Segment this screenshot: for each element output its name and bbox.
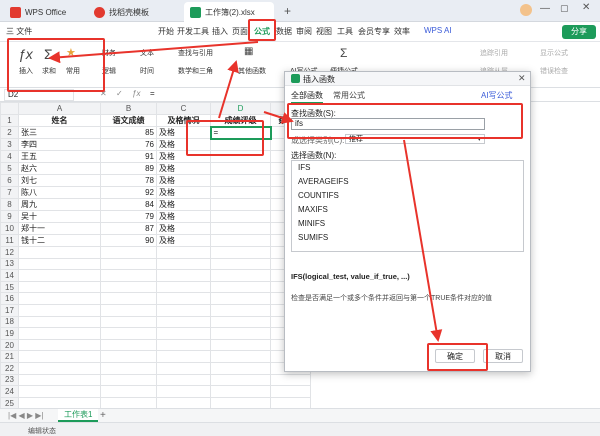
arrow-to-ok	[403, 139, 443, 342]
annotation-arrows	[48, 41, 443, 342]
arrow-formula-to-insert	[48, 41, 259, 64]
arrow-cell-to-lookup	[218, 60, 239, 119]
arrow-to-search	[263, 111, 294, 124]
